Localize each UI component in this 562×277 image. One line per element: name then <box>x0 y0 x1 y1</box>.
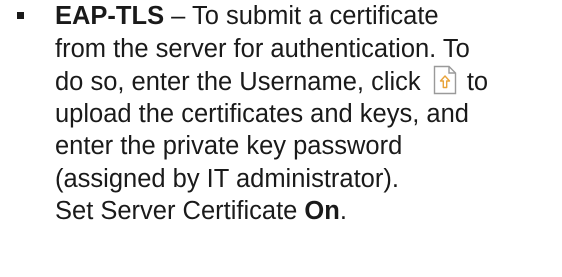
line7-text-after: . <box>339 197 347 225</box>
bullet-item-eap-tls: EAP-TLS – To submit a certificate from t… <box>0 0 562 277</box>
line3-text-after-icon: to <box>459 68 489 96</box>
bullet-paragraph: EAP-TLS – To submit a certificate from t… <box>55 0 555 228</box>
text-line-2: from the server for authentication. To <box>55 34 470 63</box>
text-line-7: Set Server Certificate On. <box>55 195 555 228</box>
text-line-4: upload the certificates and keys, and <box>55 99 469 128</box>
text-line-6: (assigned by IT administrator). <box>55 164 399 193</box>
server-certificate-value: On <box>304 197 340 225</box>
bullet-marker <box>17 12 24 19</box>
text-line-3: do so, enter the Username, click to <box>55 65 555 98</box>
line3-text-before-icon: do so, enter the Username, click <box>55 68 428 96</box>
term-description: – To submit a certificate <box>164 2 439 30</box>
upload-file-icon <box>432 65 458 95</box>
line7-text-before: Set Server Certificate <box>55 197 305 225</box>
text-line-5: enter the private key password <box>55 132 403 160</box>
text-line-1: EAP-TLS – To submit a certificate <box>55 0 555 33</box>
term-eap-tls: EAP-TLS <box>55 2 165 30</box>
